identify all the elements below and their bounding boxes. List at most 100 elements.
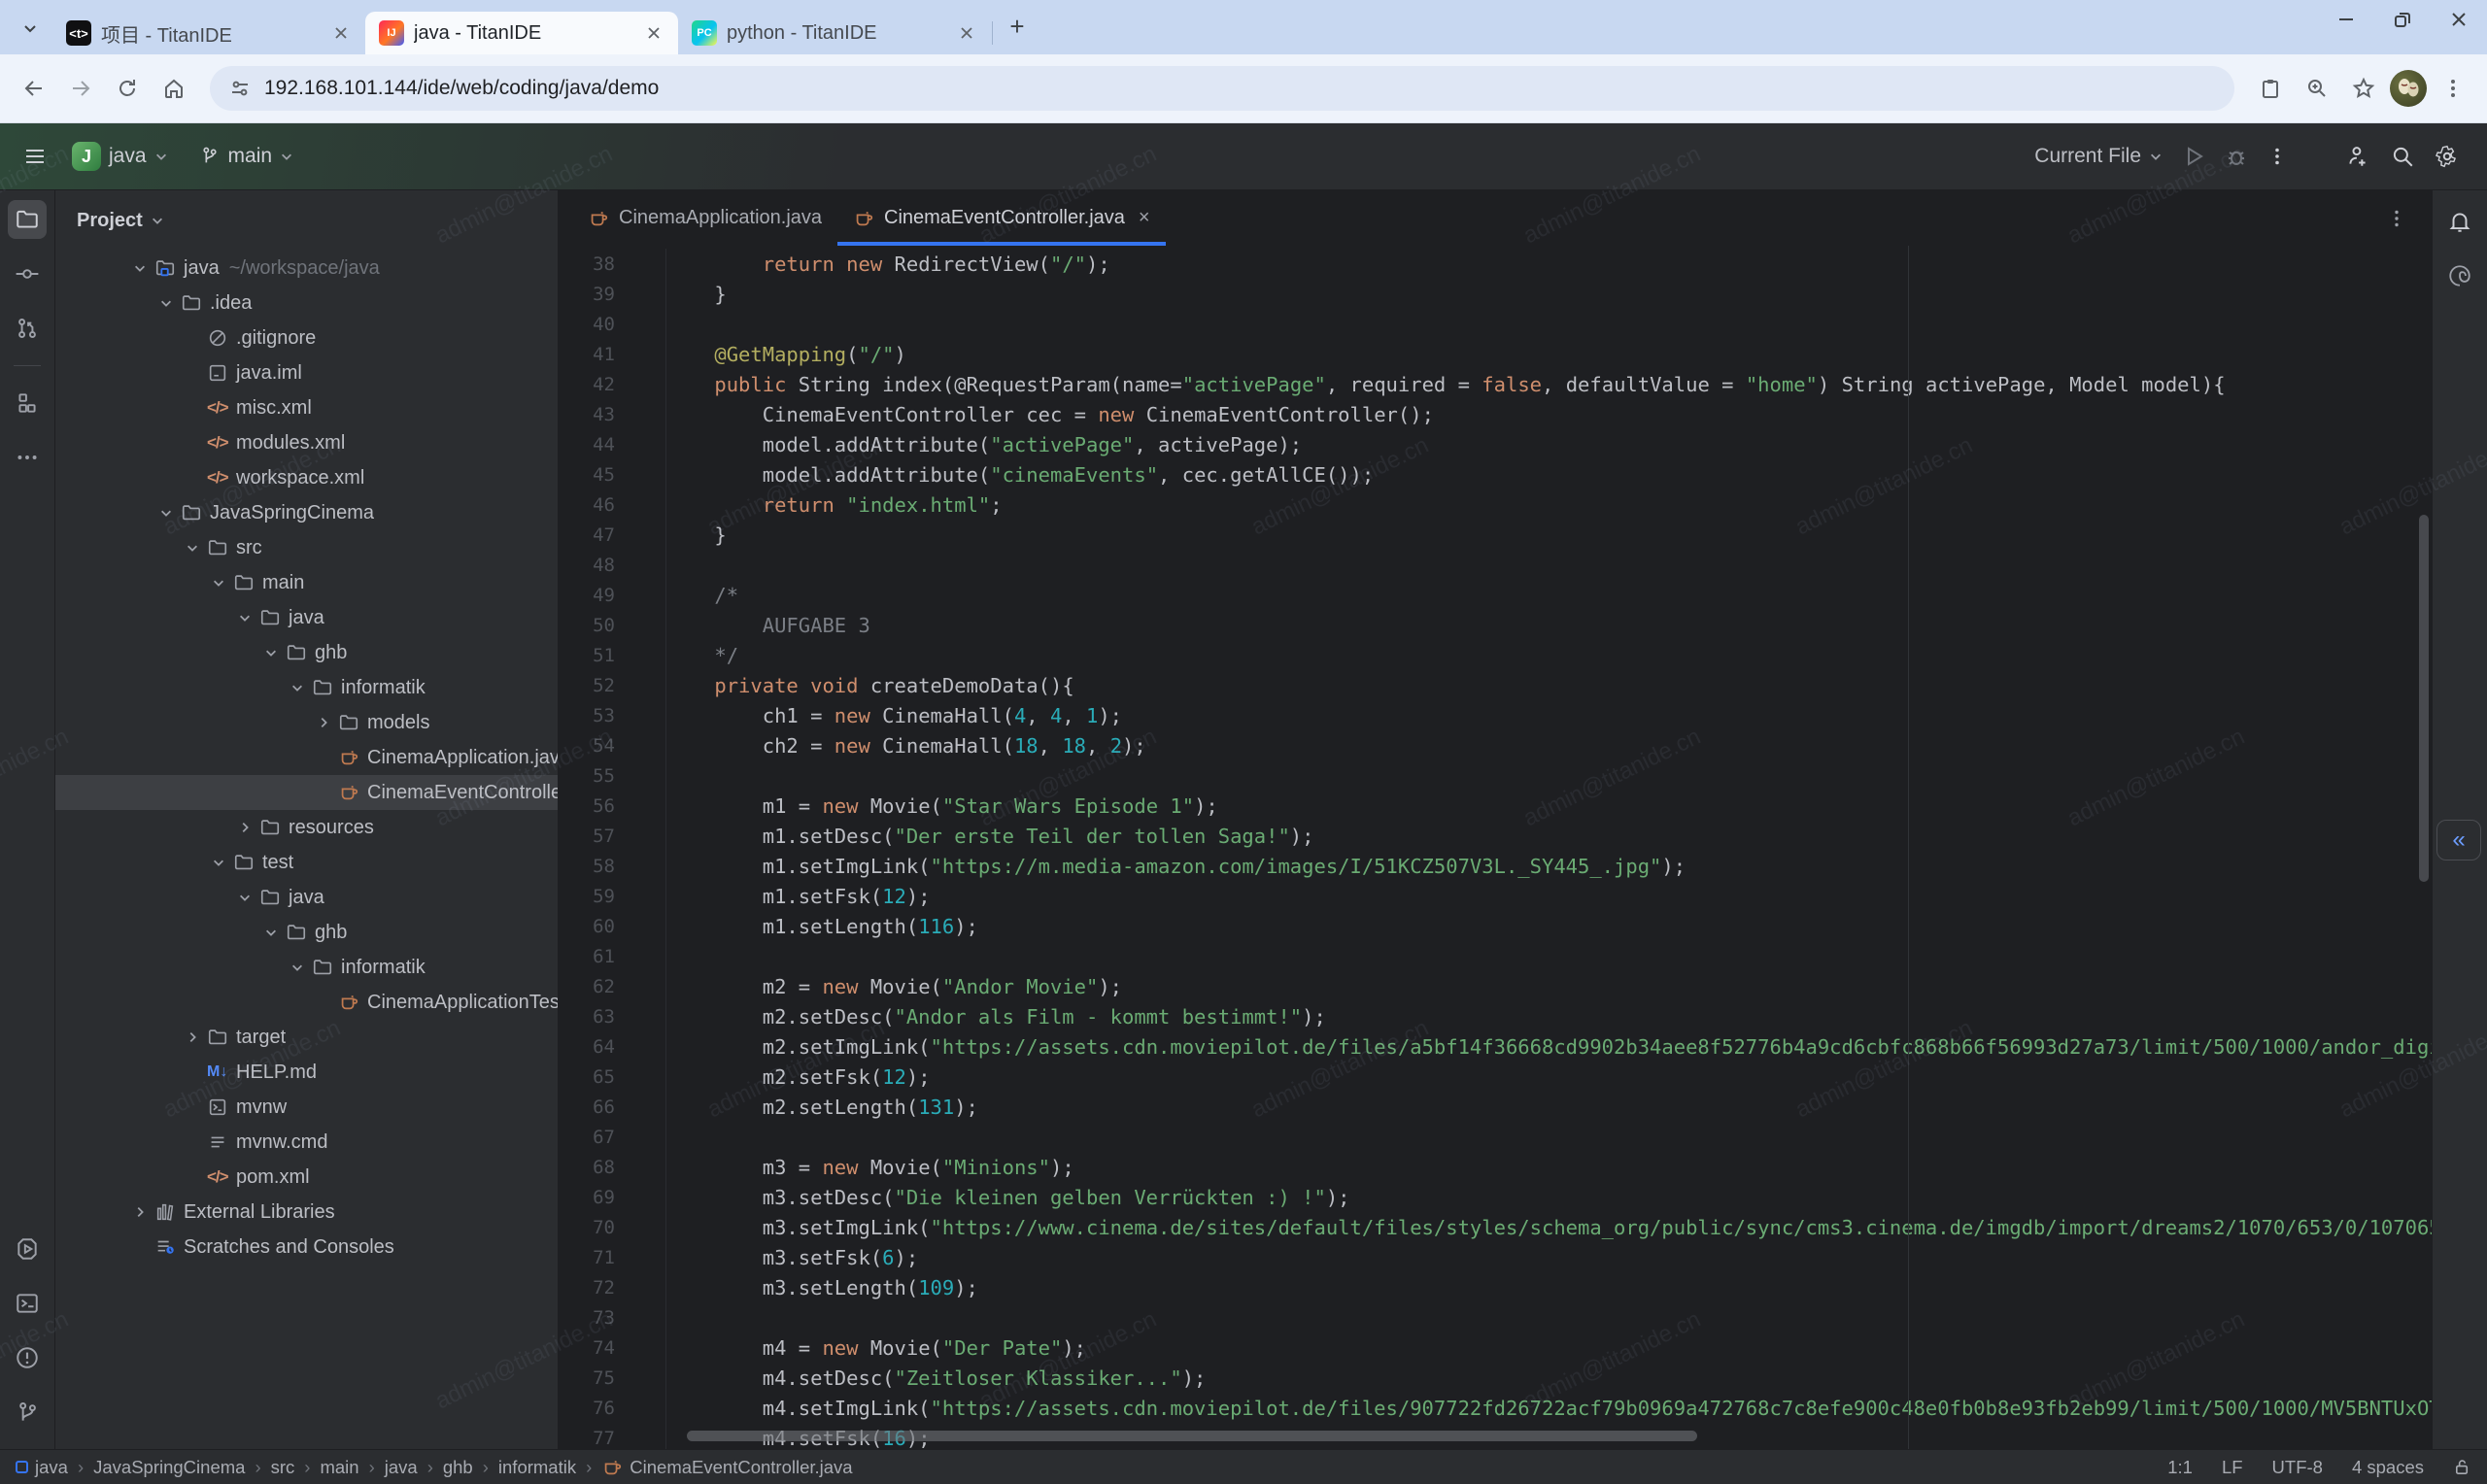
status-encoding[interactable]: UTF-8 xyxy=(2272,1457,2323,1478)
more-tools-button[interactable] xyxy=(8,438,47,477)
bookmark-star-icon[interactable] xyxy=(2343,68,2384,109)
editor-vertical-scrollbar[interactable] xyxy=(2419,515,2429,882)
tree-item-.gitignore[interactable]: .gitignore xyxy=(55,320,558,355)
run-button[interactable] xyxy=(2172,135,2215,178)
status-line-ending[interactable]: LF xyxy=(2222,1457,2243,1478)
tree-item-external-libraries[interactable]: External Libraries xyxy=(55,1195,558,1230)
breadcrumb-item-javaspringcinema[interactable]: JavaSpringCinema xyxy=(93,1457,245,1478)
breadcrumb-item-src[interactable]: src xyxy=(271,1457,295,1478)
tree-chevron-icon[interactable] xyxy=(309,716,338,729)
zoom-extension-icon[interactable] xyxy=(2297,68,2337,109)
tree-item-ghb[interactable]: ghb xyxy=(55,915,558,950)
tree-chevron-icon[interactable] xyxy=(283,681,312,694)
tree-item-help.md[interactable]: M↓HELP.md xyxy=(55,1055,558,1090)
branch-selector[interactable]: main xyxy=(189,135,304,178)
status-caret-position[interactable]: 1:1 xyxy=(2167,1457,2193,1478)
tree-item-java[interactable]: java~/workspace/java xyxy=(55,251,558,286)
tree-item-modules.xml[interactable]: </>modules.xml xyxy=(55,425,558,460)
window-restore-button[interactable] xyxy=(2374,0,2431,39)
breadcrumb-item-java[interactable]: java xyxy=(16,1457,68,1478)
tree-item-.idea[interactable]: .idea xyxy=(55,286,558,320)
readonly-lock-icon[interactable] xyxy=(2453,1458,2471,1476)
tree-item-java.iml[interactable]: java.iml xyxy=(55,355,558,390)
tree-item-mvnw[interactable]: mvnw xyxy=(55,1090,558,1125)
tree-item-models[interactable]: models xyxy=(55,705,558,740)
reload-button[interactable] xyxy=(107,68,148,109)
clipboard-extension-icon[interactable] xyxy=(2250,68,2291,109)
search-everywhere-button[interactable] xyxy=(2380,135,2425,178)
project-selector[interactable]: J java xyxy=(62,135,178,178)
problems-tool-button[interactable] xyxy=(8,1338,47,1377)
tree-chevron-icon[interactable] xyxy=(152,506,181,520)
code-editor[interactable]: 38 return new RedirectView("/");39 }4041… xyxy=(559,246,2432,1449)
tree-item-cinemaapplicationtests.java[interactable]: CinemaApplicationTests.java xyxy=(55,985,558,1020)
editor-tab-cinemaeventcontroller.java[interactable]: CinemaEventController.java× xyxy=(837,190,1166,246)
breadcrumb-item-ghb[interactable]: ghb xyxy=(443,1457,473,1478)
structure-tool-button[interactable] xyxy=(8,384,47,422)
collapse-panel-button[interactable]: « xyxy=(2436,820,2481,860)
tree-chevron-icon[interactable] xyxy=(283,961,312,974)
close-tab-icon[interactable] xyxy=(954,20,979,46)
tree-chevron-icon[interactable] xyxy=(125,261,154,275)
breadcrumb-item-informatik[interactable]: informatik xyxy=(498,1457,576,1478)
main-menu-button[interactable] xyxy=(14,135,56,178)
tree-chevron-icon[interactable] xyxy=(204,576,233,590)
close-tab-icon[interactable]: × xyxy=(1135,207,1150,229)
browser-tab-2[interactable]: IJjava - TitanIDE xyxy=(365,12,678,54)
site-settings-icon[interactable] xyxy=(229,78,251,99)
pull-requests-tool-button[interactable] xyxy=(8,309,47,348)
breadcrumb-item-cinemaeventcontroller.java[interactable]: CinemaEventController.java xyxy=(601,1457,852,1478)
profile-avatar[interactable] xyxy=(2390,70,2427,107)
tree-chevron-icon[interactable] xyxy=(152,296,181,310)
tree-chevron-icon[interactable] xyxy=(178,1030,207,1044)
close-tab-icon[interactable] xyxy=(328,20,354,46)
new-tab-button[interactable]: + xyxy=(1001,10,1034,43)
tree-item-misc.xml[interactable]: </>misc.xml xyxy=(55,390,558,425)
tree-item-test[interactable]: test xyxy=(55,845,558,880)
notifications-button[interactable] xyxy=(2440,202,2479,241)
debug-button[interactable] xyxy=(2215,135,2258,178)
settings-button[interactable] xyxy=(2425,135,2470,178)
tree-chevron-icon[interactable] xyxy=(230,891,259,904)
home-button[interactable] xyxy=(153,68,194,109)
tree-item-workspace.xml[interactable]: </>workspace.xml xyxy=(55,460,558,495)
browser-tab-1[interactable]: <t>项目 - TitanIDE xyxy=(52,12,365,54)
tree-chevron-icon[interactable] xyxy=(230,821,259,834)
tree-item-target[interactable]: target xyxy=(55,1020,558,1055)
tree-chevron-icon[interactable] xyxy=(256,926,286,939)
editor-tab-cinemaapplication.java[interactable]: CinemaApplication.java xyxy=(572,190,837,246)
tree-item-cinemaeventcontroller.java[interactable]: CinemaEventController.java xyxy=(55,775,558,810)
tree-item-javaspringcinema[interactable]: JavaSpringCinema xyxy=(55,495,558,530)
tree-item-src[interactable]: src xyxy=(55,530,558,565)
header-more-button[interactable] xyxy=(2258,135,2297,178)
tree-item-java[interactable]: java xyxy=(55,600,558,635)
tree-item-main[interactable]: main xyxy=(55,565,558,600)
code-with-me-button[interactable] xyxy=(2335,135,2380,178)
close-tab-icon[interactable] xyxy=(641,20,666,46)
tree-item-pom.xml[interactable]: </>pom.xml xyxy=(55,1160,558,1195)
project-panel-title[interactable]: Project xyxy=(77,210,143,232)
tree-chevron-icon[interactable] xyxy=(178,541,207,555)
terminal-tool-button[interactable] xyxy=(8,1284,47,1323)
tree-item-java[interactable]: java xyxy=(55,880,558,915)
tree-item-resources[interactable]: resources xyxy=(55,810,558,845)
breadcrumb-item-java[interactable]: java xyxy=(385,1457,418,1478)
commit-tool-button[interactable] xyxy=(8,254,47,293)
run-configuration-selector[interactable]: Current File xyxy=(2025,135,2172,178)
tree-item-scratches-and-consoles[interactable]: Scratches and Consoles xyxy=(55,1230,558,1265)
tree-item-ghb[interactable]: ghb xyxy=(55,635,558,670)
window-minimize-button[interactable] xyxy=(2318,0,2374,39)
status-indent-size[interactable]: 4 spaces xyxy=(2352,1457,2424,1478)
tree-chevron-icon[interactable] xyxy=(256,646,286,659)
tree-item-cinemaapplication.java[interactable]: CinemaApplication.java xyxy=(55,740,558,775)
url-text[interactable]: 192.168.101.144/ide/web/coding/java/demo xyxy=(264,77,659,100)
tree-chevron-icon[interactable] xyxy=(230,611,259,624)
project-tool-button[interactable] xyxy=(8,200,47,239)
tab-search-button[interactable] xyxy=(14,12,47,45)
tree-item-informatik[interactable]: informatik xyxy=(55,670,558,705)
git-tool-button[interactable] xyxy=(8,1393,47,1432)
services-tool-button[interactable] xyxy=(8,1230,47,1268)
address-bar[interactable]: 192.168.101.144/ide/web/coding/java/demo xyxy=(210,66,2234,111)
back-button[interactable] xyxy=(14,68,54,109)
forward-button[interactable] xyxy=(60,68,101,109)
